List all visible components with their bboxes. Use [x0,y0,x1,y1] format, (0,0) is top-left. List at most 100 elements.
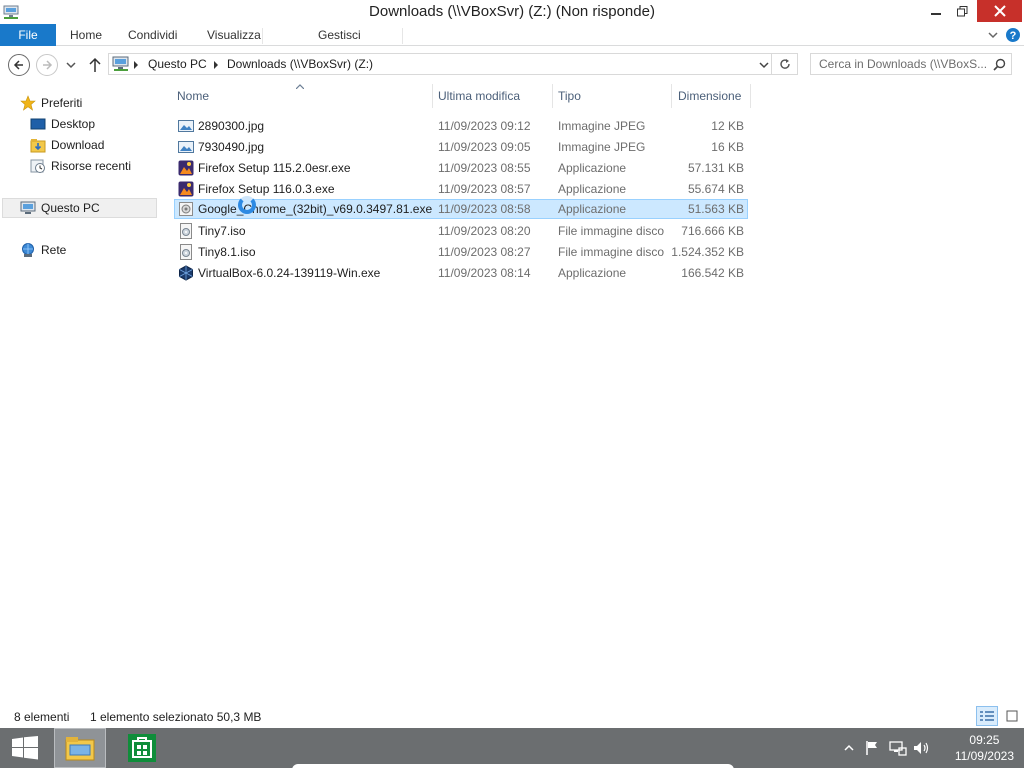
minimize-icon [930,13,941,15]
restore-button[interactable] [949,0,976,22]
folder-icon [65,737,95,761]
download-folder-icon [30,139,46,153]
file-modified: 11/09/2023 08:55 [438,161,531,175]
recent-locations-icon[interactable] [66,60,76,70]
nav-network-label: Rete [41,243,67,257]
file-row[interactable]: Firefox Setup 115.2.0esr.exe 11/09/2023 … [174,158,748,178]
help-icon[interactable]: ? [1005,27,1021,43]
column-divider[interactable] [552,84,553,108]
file-row[interactable]: Firefox Setup 116.0.3.exe 11/09/2023 08:… [174,179,748,199]
forward-arrow-icon [43,60,53,70]
column-header-name[interactable]: Nome [177,89,209,103]
address-bar[interactable]: Questo PC Downloads (\\VBoxSvr) (Z:) [108,53,772,75]
tab-manage[interactable]: Gestisci [318,24,361,46]
file-type: Applicazione [558,266,627,280]
ribbon-divider [262,28,263,44]
file-type: Applicazione [558,182,627,196]
nav-recent[interactable]: Risorse recenti [30,156,131,176]
nav-this-pc-label: Questo PC [41,201,100,215]
breadcrumb-this-pc[interactable]: Questo PC [148,57,207,71]
column-header-size[interactable]: Dimensione [678,89,741,103]
refresh-icon [779,59,790,69]
store-icon [128,734,156,762]
breadcrumb-chevron-icon [134,61,138,69]
nav-desktop[interactable]: Desktop [30,114,95,134]
start-button[interactable] [0,728,50,768]
file-row[interactable]: 2890300.jpg 11/09/2023 09:12 Immagine JP… [174,116,748,136]
file-row[interactable]: Tiny7.iso 11/09/2023 08:20 File immagine… [174,221,748,241]
minimize-button[interactable] [922,0,949,22]
file-modified: 11/09/2023 08:57 [438,182,531,196]
ribbon-expand-icon[interactable] [987,29,999,41]
taskbar-file-explorer[interactable] [54,728,106,768]
back-arrow-icon [13,60,23,70]
file-row[interactable]: Tiny8.1.iso 11/09/2023 08:27 File immagi… [174,242,748,262]
star-icon [20,95,36,111]
busy-cursor-icon [238,196,256,214]
file-name: VirtualBox-6.0.24-139119-Win.exe [198,266,381,280]
column-divider[interactable] [432,84,433,108]
nav-this-pc[interactable]: Questo PC [2,198,157,218]
nav-network[interactable]: Rete [20,240,66,260]
file-type: Immagine JPEG [558,140,646,154]
show-hidden-icons-icon[interactable] [844,744,854,752]
address-dropdown-icon[interactable] [759,60,769,70]
column-header-type[interactable]: Tipo [558,89,581,103]
close-icon [993,5,1006,17]
nav-desktop-label: Desktop [51,117,96,131]
breadcrumb-downloads[interactable]: Downloads (\\VBoxSvr) (Z:) [227,57,373,71]
column-divider[interactable] [671,84,672,108]
search-icon[interactable] [993,58,1006,71]
nav-recent-label: Risorse recenti [51,159,132,173]
sort-ascending-icon [296,84,304,89]
restore-icon [957,5,968,16]
up-arrow-icon[interactable] [88,57,102,73]
search-input[interactable]: Cerca in Downloads (\\VBoxS... [810,53,1012,75]
file-type: Immagine JPEG [558,119,646,133]
tab-file[interactable]: File [0,24,56,46]
image-icon [178,141,194,153]
file-size: 51.563 KB [687,202,744,216]
back-button[interactable] [8,54,30,76]
taskbar: 09:25 11/09/2023 [0,728,1024,768]
refresh-button[interactable] [772,53,798,75]
taskbar-store[interactable] [124,728,160,768]
large-icons-view-button[interactable] [1002,706,1022,726]
file-size: 166.542 KB [681,266,744,280]
file-size: 12 KB [711,119,744,133]
file-name: Firefox Setup 116.0.3.exe [198,182,335,196]
ribbon-tabs: File Home Condividi Visualizza Gestisci … [0,24,1024,46]
recent-places-icon [30,159,45,173]
clock[interactable]: 09:25 11/09/2023 [955,732,1014,764]
file-row-selected[interactable]: Google_Chrome_(32bit)_v69.0.3497.81.exe … [174,199,748,219]
close-button[interactable] [977,0,1022,22]
file-name: 2890300.jpg [198,119,265,133]
computer-icon [112,56,129,71]
column-divider[interactable] [750,84,751,108]
details-view-button[interactable] [976,706,998,726]
file-row[interactable]: 7930490.jpg 11/09/2023 09:05 Immagine JP… [174,137,748,157]
forward-button[interactable] [36,54,58,76]
network-status-icon[interactable] [889,740,907,756]
file-name: 7930490.jpg [198,140,265,154]
image-icon [178,120,194,132]
taskbar-thumbnail-edge [292,764,734,770]
file-row[interactable]: VirtualBox-6.0.24-139119-Win.exe 11/09/2… [174,263,748,283]
file-size: 16 KB [711,140,744,154]
nav-favorites[interactable]: Preferiti [20,93,82,113]
file-type: Applicazione [558,161,627,175]
action-center-flag-icon[interactable] [864,740,880,756]
tab-view[interactable]: Visualizza [207,24,261,46]
computer-icon [20,201,36,214]
file-modified: 11/09/2023 08:58 [438,202,531,216]
file-size: 55.674 KB [687,182,744,196]
volume-icon[interactable] [913,740,931,756]
column-header-modified[interactable]: Ultima modifica [438,89,520,103]
nav-favorites-label: Preferiti [41,96,83,110]
breadcrumb-chevron-icon [214,61,218,69]
tab-share[interactable]: Condividi [128,24,177,46]
nav-download[interactable]: Download [30,135,104,155]
file-size: 57.131 KB [687,161,744,175]
tab-home[interactable]: Home [70,24,102,46]
search-placeholder: Cerca in Downloads (\\VBoxS... [819,57,988,71]
